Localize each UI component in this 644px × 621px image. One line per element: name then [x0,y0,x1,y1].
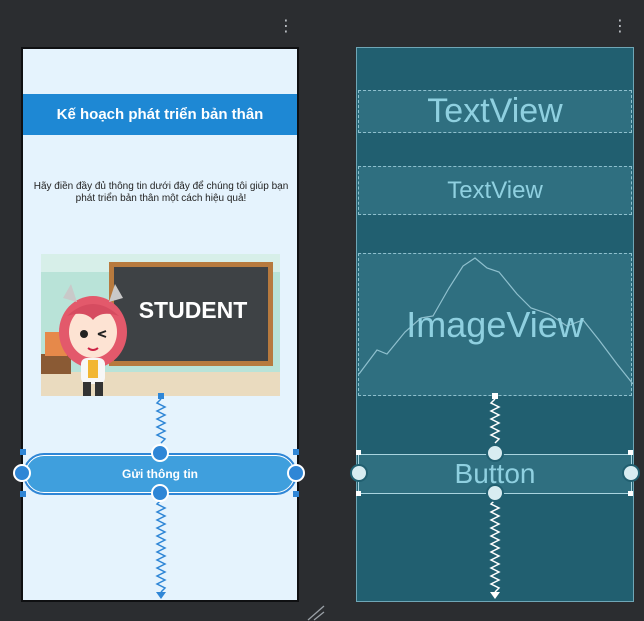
blueprint-textview-description-label: TextView [447,176,543,204]
title-textview[interactable]: Kế hoạch phát triển bản thân [23,94,297,135]
blueprint-more-icon[interactable]: ⋮ [612,18,628,43]
submit-button[interactable]: Gửi thông tin [23,453,297,495]
blueprint-textview-title[interactable]: TextView [358,90,632,133]
submit-button-label: Gửi thông tin [121,467,198,481]
blueprint-button-label: Button [454,458,536,489]
student-illustration: STUDENT [41,254,280,396]
blueprint-imageview[interactable]: ImageView [358,253,633,396]
title-text: Kế hoạch phát triển bản thân [56,106,264,123]
design-more-icon[interactable]: ⋮ [278,18,294,43]
resize-handle-icon[interactable] [306,604,326,621]
illustration-imageview[interactable]: STUDENT [41,254,280,396]
design-surface[interactable]: Kế hoạch phát triển bản thân Hãy điền đầ… [21,47,299,602]
blueprint-textview-description[interactable]: TextView [358,166,632,215]
blueprint-button[interactable]: Button [358,454,632,494]
blueprint-surface[interactable]: TextView TextView ImageView Button [356,47,634,602]
description-textview[interactable]: Hãy điền đầy đủ thông tin dưới đây để ch… [33,181,289,205]
illustration-student-text: STUDENT [139,297,248,323]
blueprint-textview-title-label: TextView [427,92,563,130]
blueprint-imageview-label: ImageView [406,303,584,345]
description-text: Hãy điền đầy đủ thông tin dưới đây để ch… [33,181,289,204]
